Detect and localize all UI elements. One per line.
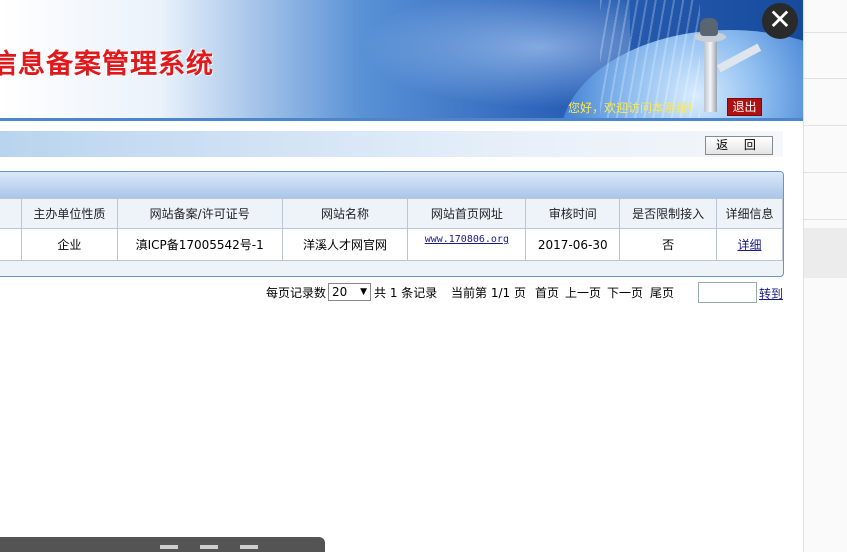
review-time-cell: 2017-06-30 [525,228,621,261]
site-name-cell: 洋溪人才网官网 [281,228,409,261]
current-page: 当前第 1/1 页 [451,286,526,300]
column-header: 网站名称 [281,198,409,229]
system-title: 信息备案管理系统 [0,49,214,80]
huabiao-pillar-icon [690,18,762,112]
page-number-input[interactable] [698,282,757,303]
next-page-link[interactable]: 下一页 [607,283,643,303]
detail-cell: 详细 [716,228,783,261]
grid-header-bar [0,172,783,199]
dropdown-arrow-icon: ▼ [360,287,367,297]
welcome-text: 您好，欢迎访问本系统! [568,101,693,115]
org-type-cell: 企业 [20,228,118,261]
first-page-link[interactable]: 首页 [535,283,559,303]
per-page-label: 每页记录数 [266,286,327,300]
column-header: 网站备案/许可证号 [116,198,283,229]
logout-button[interactable]: 退出 [727,98,762,116]
results-table: 主办单位性质 网站备案/许可证号 网站名称 网站首页网址 审核时间 是否限制接入… [0,198,783,261]
last-page-link[interactable]: 尾页 [650,283,674,303]
url-cell: www.170806.org [407,228,527,261]
table-row: 企业 滇ICP备17005542号-1 洋溪人才网官网 www.170806.o… [0,228,783,261]
prev-page-link[interactable]: 上一页 [565,283,601,303]
toolbar [0,131,783,157]
bottom-taskbar [0,537,325,552]
goto-link[interactable]: 转到 [759,285,783,302]
column-header: 详细信息 [716,198,783,229]
column-header: 网站首页网址 [407,198,527,229]
restricted-cell: 否 [619,228,718,261]
header-stripe [0,118,803,121]
header-banner: 信息备案管理系统 您好，欢迎访问本系统! 退出 [0,0,803,118]
column-header: 主办单位性质 [20,198,118,229]
right-side-panel [803,0,847,552]
per-page-select[interactable]: 20 ▼ [328,283,371,301]
results-grid: 主办单位性质 网站备案/许可证号 网站名称 网站首页网址 审核时间 是否限制接入… [0,171,784,277]
column-header: 审核时间 [525,198,621,229]
detail-link[interactable]: 详细 [738,238,762,252]
main-window: 信息备案管理系统 您好，欢迎访问本系统! 退出 返 回 主办单位性质 网站备案/… [0,0,803,552]
back-button[interactable]: 返 回 [705,136,773,155]
table-header-row: 主办单位性质 网站备案/许可证号 网站名称 网站首页网址 审核时间 是否限制接入… [0,198,783,229]
total-records: 共 1 条记录 [374,286,438,300]
license-cell: 滇ICP备17005542号-1 [116,228,283,261]
site-url-link[interactable]: www.170806.org [425,234,509,245]
close-icon[interactable]: ✕ [762,3,798,39]
column-header: 是否限制接入 [619,198,718,229]
